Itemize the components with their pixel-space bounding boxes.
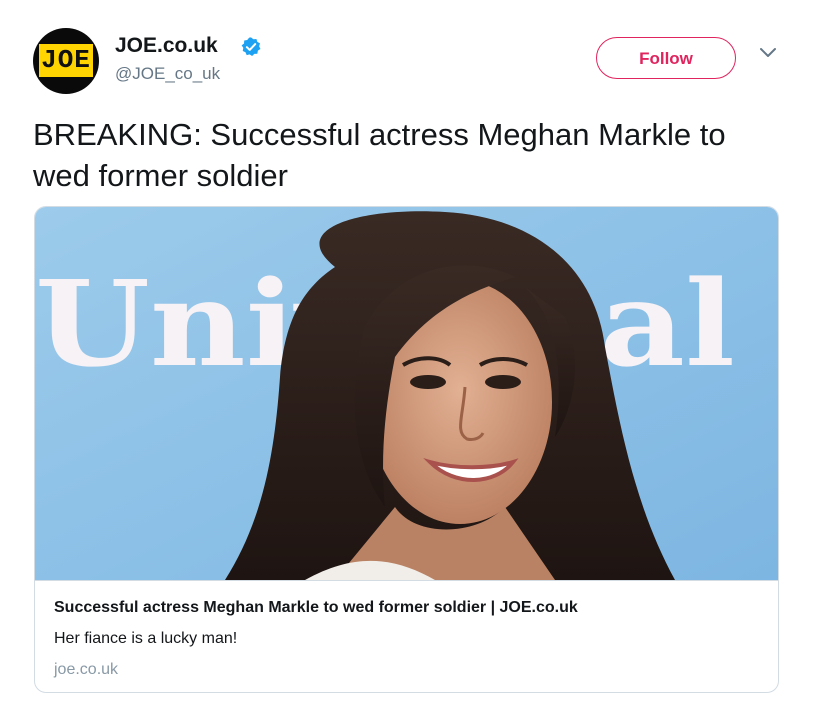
follow-button[interactable]: Follow <box>596 37 736 79</box>
joe-logo: JOE <box>39 44 93 77</box>
tweet: JOE JOE.co.uk @JOE_co_uk Follow BREAKING… <box>0 0 822 712</box>
tweet-text: BREAKING: Successful actress Meghan Mark… <box>33 117 726 193</box>
chevron-down-icon[interactable] <box>758 46 778 60</box>
card-description: Her fiance is a lucky man! <box>54 630 238 647</box>
card-image: Universal <box>35 207 778 580</box>
verified-badge-icon <box>241 37 261 56</box>
display-name[interactable]: JOE.co.uk <box>115 33 218 59</box>
link-card[interactable]: Universal Successful actress Meghan Mark… <box>34 206 779 693</box>
card-body: Successful actress Meghan Markle to wed … <box>35 580 778 692</box>
handle[interactable]: @JOE_co_uk <box>115 63 220 85</box>
avatar[interactable]: JOE <box>33 28 99 94</box>
card-domain: joe.co.uk <box>54 661 119 678</box>
card-title[interactable]: Successful actress Meghan Markle to wed … <box>54 597 578 619</box>
